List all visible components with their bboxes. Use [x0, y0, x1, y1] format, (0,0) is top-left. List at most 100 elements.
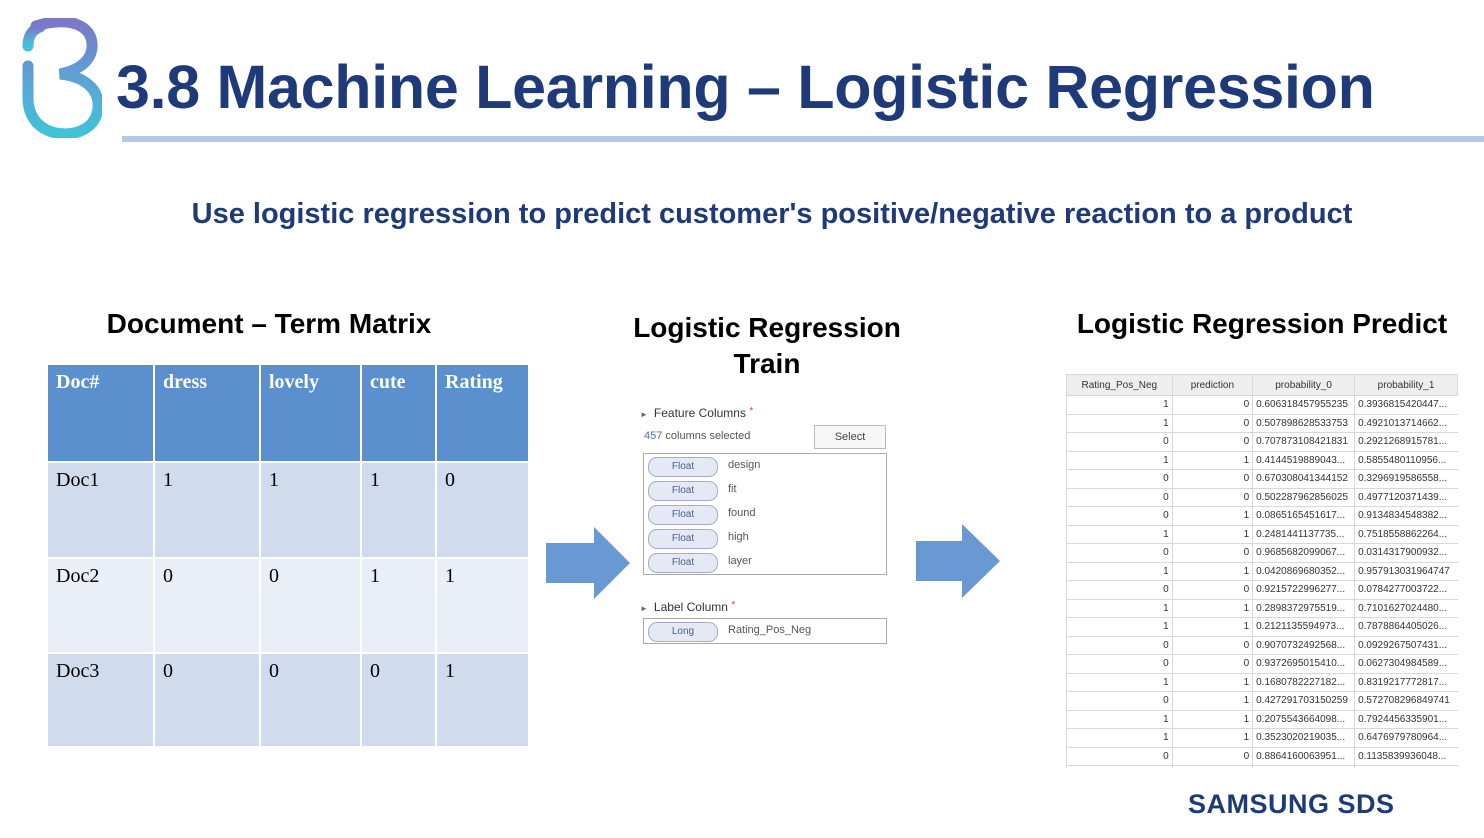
table-cell: 1 — [1066, 728, 1173, 748]
table-cell: 0 — [1066, 580, 1173, 600]
table-cell: 0.0484076098188... — [1354, 765, 1458, 768]
type-badge: Float — [648, 481, 718, 501]
table-row: 1 1 0.0420869680352... 0.957913031964747 — [1066, 562, 1458, 581]
type-badge: Float — [648, 553, 718, 573]
table-cell: 0.427291703150259 — [1252, 691, 1355, 711]
column-header: cute — [360, 363, 437, 463]
table-cell: 0.8864160063951... — [1252, 747, 1355, 766]
table-cell: Doc1 — [46, 461, 155, 559]
table-cell: 1 — [1171, 691, 1253, 711]
table-cell: 0.502287962856025 — [1252, 488, 1355, 507]
table-cell: 0.9215722996277... — [1252, 580, 1355, 600]
table-cell: 0 — [1171, 747, 1253, 766]
table-cell: 1 — [360, 461, 437, 559]
table-cell: 0.707873108421831 — [1252, 432, 1355, 452]
column-name: layer — [728, 555, 752, 567]
train-title-line2: Train — [733, 348, 801, 379]
table-cell: 0 — [435, 461, 530, 559]
column-header[interactable]: probability_1 — [1354, 374, 1458, 396]
table-cell: 1 — [1171, 710, 1253, 729]
column-header[interactable]: Rating_Pos_Neg — [1066, 374, 1173, 396]
table-cell: 0.3523020219035... — [1252, 728, 1355, 748]
feature-columns-list[interactable]: Float design Float fit Float found Float… — [643, 453, 887, 575]
column-name: fit — [728, 483, 737, 495]
feature-columns-header[interactable]: ► Feature Columns * — [640, 406, 753, 420]
table-cell: 0 — [1066, 543, 1173, 563]
table-cell: 0.5855480110956... — [1354, 451, 1458, 470]
table-row: 1 1 0.1680782227182... 0.8319217772817... — [1066, 673, 1458, 692]
table-cell: 0 — [1066, 432, 1173, 452]
table-cell: 0.0420869680352... — [1252, 562, 1355, 581]
table-cell: 0 — [1171, 395, 1253, 415]
table-cell: 1 — [1171, 728, 1253, 748]
required-mark: * — [749, 406, 754, 417]
table-cell: 0.7518558862264... — [1354, 525, 1458, 544]
table-cell: 0 — [259, 652, 362, 748]
table-cell: 0.606318457955235 — [1252, 395, 1355, 415]
table-cell: 0 — [1171, 543, 1253, 563]
type-badge: Long — [648, 622, 718, 642]
table-cell: 0.9070732492568... — [1252, 636, 1355, 655]
table-cell: 1 — [1066, 617, 1173, 637]
table-cell: 0.670308041344152 — [1252, 469, 1355, 489]
label-column-field[interactable]: Long Rating_Pos_Neg — [643, 618, 887, 644]
table-cell: 0.2898372975519... — [1252, 599, 1355, 618]
table-cell: 1 — [1066, 414, 1173, 433]
table-cell: 1 — [435, 557, 530, 654]
table-cell: 1 — [259, 461, 362, 559]
feature-columns-label: Feature Columns — [653, 406, 746, 420]
table-cell: 0.4921013714662... — [1354, 414, 1458, 433]
table-cell: 0 — [1171, 654, 1253, 674]
table-row: 1 1 0.2898372975519... 0.7101627024480... — [1066, 599, 1458, 618]
table-cell: 1 — [1066, 673, 1173, 692]
samsung-sds-logo: SAMSUNG SDS — [1188, 789, 1395, 819]
table-cell: 1 — [1066, 710, 1173, 729]
column-header: dress — [153, 363, 261, 463]
column-header: lovely — [259, 363, 362, 463]
required-mark: * — [731, 600, 736, 611]
table-header-row: Doc# dress lovely cute Rating — [46, 363, 530, 463]
columns-selected-label: columns selected — [665, 430, 751, 442]
label-column-header[interactable]: ► Label Column * — [640, 600, 735, 614]
table-cell: 0 — [1171, 488, 1253, 507]
column-name: high — [728, 531, 749, 543]
page-title: 3.8 Machine Learning – Logistic Regressi… — [116, 53, 1375, 121]
column-header[interactable]: probability_0 — [1252, 374, 1356, 396]
table-cell: Doc3 — [46, 652, 155, 748]
table-cell: 0.3296919586558... — [1354, 469, 1458, 489]
table-cell: 0.4977120371439... — [1354, 488, 1458, 507]
table-row: 0 0 0.670308041344152 0.3296919586558... — [1066, 469, 1458, 489]
collapse-triangle-icon[interactable]: ► — [640, 410, 648, 419]
table-cell: 0 — [1066, 747, 1173, 766]
table-cell: 1 — [1171, 525, 1253, 544]
table-row: 0 0 0.9372695015410... 0.0627304984589... — [1066, 654, 1458, 674]
title-underline — [122, 136, 1484, 142]
table-cell: 0.2481441137735... — [1252, 525, 1355, 544]
table-cell: 1 — [1066, 525, 1173, 544]
b-logo-icon — [22, 18, 102, 138]
table-cell: 0 — [1171, 580, 1253, 600]
table-cell: 0.0784277003722... — [1354, 580, 1458, 600]
table-row: 0 0 0.9685682099067... 0.0314317900932... — [1066, 543, 1458, 563]
table-row: 1 1 0.4144519889043... 0.5855480110956... — [1066, 451, 1458, 470]
collapse-triangle-icon[interactable]: ► — [640, 604, 648, 613]
table-cell: 0.2121135594973... — [1252, 617, 1355, 637]
table-cell: Doc2 — [46, 557, 155, 654]
arrow-right-icon — [916, 524, 1000, 598]
table-cell: 0.0929267507431... — [1354, 636, 1458, 655]
select-columns-button[interactable]: Select — [814, 425, 886, 449]
column-header[interactable]: prediction — [1171, 374, 1254, 396]
table-cell: 0.9134834548382... — [1354, 506, 1458, 526]
table-cell: 1 — [1171, 506, 1253, 526]
prediction-table-container[interactable]: Rating_Pos_Neg prediction probability_0 … — [1066, 374, 1458, 768]
table-row: Doc2 0 0 1 1 — [46, 557, 530, 654]
column-name: Rating_Pos_Neg — [728, 624, 812, 636]
table-row: 1 1 0.3523020219035... 0.6476979780964... — [1066, 728, 1458, 748]
table-row: 0 0 0.8864160063951... 0.1135839936048... — [1066, 747, 1458, 766]
table-row: 1 0 0.606318457955235 0.3936815420447... — [1066, 395, 1458, 415]
table-row: 1 0 0.507898628533753 0.4921013714662... — [1066, 414, 1458, 433]
document-term-matrix: Doc# dress lovely cute Rating Doc1 1 1 1… — [46, 363, 530, 748]
table-cell: 0 — [1171, 765, 1253, 768]
table-cell: 1 — [1171, 562, 1253, 581]
table-cell: 0.2075543664098... — [1252, 710, 1355, 729]
